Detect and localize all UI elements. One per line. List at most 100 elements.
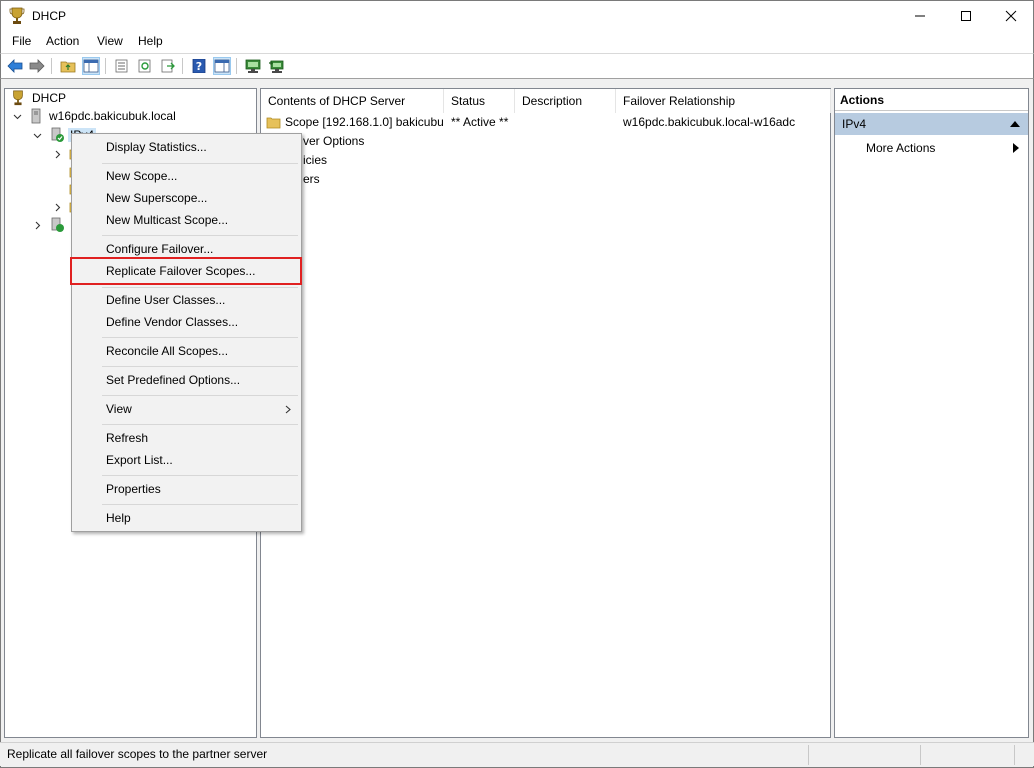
results-list[interactable]: Contents of DHCP Server Status Descripti…	[260, 88, 831, 738]
show-hide-action-pane-button[interactable]	[213, 57, 231, 75]
chevron-down-icon[interactable]	[32, 130, 42, 140]
submenu-arrow-icon	[285, 405, 291, 414]
forward-button[interactable]	[28, 57, 46, 75]
menu-item-define-user-classes[interactable]: Define User Classes...	[106, 290, 225, 310]
menu-file[interactable]: File	[12, 34, 31, 48]
list-item[interactable]: ers	[261, 170, 830, 189]
column-header-status[interactable]: Status	[444, 89, 515, 113]
forward-arrow-icon	[29, 59, 45, 73]
show-hide-action-pane-icon	[214, 59, 230, 73]
collapse-up-icon[interactable]	[1010, 121, 1020, 127]
menu-item-configure-failover[interactable]: Configure Failover...	[106, 239, 213, 259]
status-text: Replicate all failover scopes to the par…	[7, 747, 268, 761]
up-folder-icon	[60, 61, 76, 73]
close-icon	[1005, 10, 1017, 22]
actions-section-label: IPv4	[842, 117, 867, 131]
menu-item-reconcile-all-scopes[interactable]: Reconcile All Scopes...	[106, 341, 228, 361]
maximize-icon	[961, 11, 971, 21]
ipv6-server-icon	[51, 217, 64, 232]
menu-action[interactable]: Action	[46, 34, 79, 48]
menu-item-display-statistics[interactable]: Display Statistics...	[106, 137, 207, 157]
actions-section-ipv4[interactable]: IPv4	[835, 113, 1028, 135]
actions-title: Actions	[835, 89, 1028, 111]
minimize-button[interactable]	[897, 1, 943, 31]
list-item-failover: w16pdc.bakicubuk.local-w16adc	[623, 115, 796, 129]
status-divider	[808, 745, 809, 765]
menu-separator	[102, 163, 298, 164]
tree-node-dhcp[interactable]: DHCP	[10, 89, 66, 107]
chevron-right-icon[interactable]	[52, 149, 62, 159]
menu-separator	[102, 504, 298, 505]
tree-label-server: w16pdc.bakicubuk.local	[49, 109, 176, 123]
title-bar: DHCP	[0, 0, 1034, 31]
column-header-description[interactable]: Description	[515, 89, 616, 113]
show-hide-console-tree-button[interactable]	[82, 57, 100, 75]
chevron-right-icon[interactable]	[32, 220, 42, 230]
menu-item-export-list[interactable]: Export List...	[106, 450, 173, 470]
menu-separator	[102, 395, 298, 396]
close-button[interactable]	[988, 1, 1034, 31]
status-divider	[920, 745, 921, 765]
menu-separator	[102, 424, 298, 425]
list-item[interactable]: icies	[261, 151, 830, 170]
back-button[interactable]	[6, 57, 24, 75]
up-one-level-button[interactable]	[59, 57, 77, 75]
refresh-button[interactable]	[136, 57, 154, 75]
menu-item-view[interactable]: View	[106, 399, 132, 419]
column-header-failover[interactable]: Failover Relationship	[616, 89, 831, 113]
export-button[interactable]	[159, 57, 177, 75]
list-item-name: icies	[303, 153, 328, 167]
menu-item-properties[interactable]: Properties	[106, 479, 161, 499]
folder-icon	[266, 117, 281, 129]
show-hide-console-tree-icon	[83, 59, 99, 73]
server-monitor-button[interactable]	[244, 57, 262, 75]
status-bar: Replicate all failover scopes to the par…	[0, 742, 1034, 766]
menu-separator	[102, 287, 298, 288]
ipv4-server-icon	[51, 127, 64, 142]
server-monitor-icon	[245, 59, 261, 73]
toolbar-separator	[236, 58, 237, 74]
menu-separator	[102, 475, 298, 476]
column-header-contents[interactable]: Contents of DHCP Server	[261, 89, 444, 113]
chevron-right-icon[interactable]	[52, 202, 62, 212]
back-arrow-icon	[7, 59, 23, 73]
status-divider	[1014, 745, 1015, 765]
highlight-box	[70, 257, 302, 285]
maximize-button[interactable]	[943, 1, 989, 31]
menu-item-set-predefined-options[interactable]: Set Predefined Options...	[106, 370, 240, 390]
minimize-icon	[915, 15, 925, 17]
menu-item-define-vendor-classes[interactable]: Define Vendor Classes...	[106, 312, 238, 332]
chevron-down-icon[interactable]	[12, 111, 22, 121]
help-icon: ?	[192, 59, 206, 73]
menu-help[interactable]: Help	[138, 34, 163, 48]
menu-item-new-multicast-scope[interactable]: New Multicast Scope...	[106, 210, 228, 230]
add-server-icon	[269, 60, 284, 73]
menu-bar: File Action View Help	[0, 31, 1034, 53]
menu-item-help[interactable]: Help	[106, 508, 131, 528]
window-title: DHCP	[32, 9, 67, 23]
submenu-arrow-icon	[1013, 143, 1019, 153]
server-icon	[31, 108, 41, 124]
help-button[interactable]: ?	[190, 57, 208, 75]
dhcp-trophy-icon	[9, 7, 25, 24]
menu-item-new-scope[interactable]: New Scope...	[106, 166, 177, 186]
add-server-button[interactable]	[267, 57, 285, 75]
more-actions-item[interactable]: More Actions	[866, 140, 935, 156]
menu-separator	[102, 366, 298, 367]
export-list-icon	[115, 59, 128, 73]
list-item-name: Scope [192.168.1.0] bakicubuk	[285, 115, 443, 129]
menu-item-new-superscope[interactable]: New Superscope...	[106, 188, 207, 208]
export-list-button[interactable]	[113, 57, 131, 75]
menu-item-refresh[interactable]: Refresh	[106, 428, 148, 448]
refresh-icon	[138, 59, 151, 73]
tree-node-ipv6[interactable]	[32, 216, 65, 234]
toolbar-separator	[105, 58, 106, 74]
toolbar: ?	[0, 53, 1034, 79]
list-item-name: ers	[303, 172, 320, 186]
tree-node-server[interactable]: w16pdc.bakicubuk.local	[12, 107, 176, 125]
menu-view[interactable]: View	[97, 34, 123, 48]
list-item[interactable]: Scope [192.168.1.0] bakicubuk ** Active …	[261, 113, 830, 132]
list-item-name: ver Options	[303, 134, 365, 148]
tree-label-dhcp: DHCP	[32, 91, 67, 105]
list-item[interactable]: ver Options	[261, 132, 830, 151]
